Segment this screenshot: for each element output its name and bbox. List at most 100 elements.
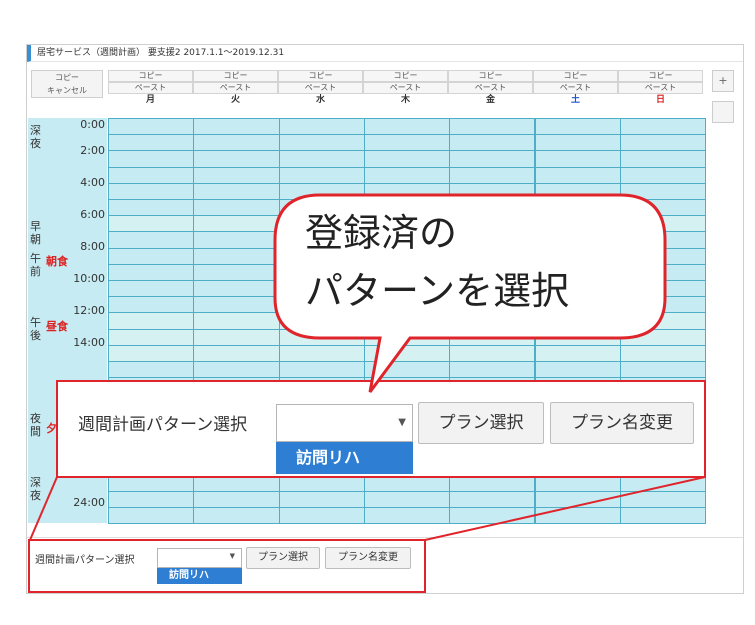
grid-cell[interactable]	[108, 150, 195, 168]
grid-cell[interactable]	[619, 296, 707, 314]
grid-cell[interactable]	[534, 150, 621, 168]
copy-button[interactable]: コピー	[193, 70, 278, 82]
grid-cell[interactable]	[108, 490, 195, 508]
grid-cell[interactable]	[449, 231, 536, 249]
grid-cell[interactable]	[619, 134, 707, 152]
copy-button[interactable]: コピー	[363, 70, 448, 82]
grid-cell[interactable]	[449, 361, 536, 379]
grid-cell[interactable]	[108, 134, 195, 152]
grid-cell[interactable]	[534, 215, 621, 233]
grid-cell[interactable]	[534, 328, 621, 346]
grid-cell[interactable]	[449, 182, 536, 200]
grid-cell[interactable]	[193, 296, 280, 314]
grid-cell[interactable]	[534, 134, 621, 152]
grid-cell[interactable]	[193, 312, 280, 330]
grid-cell[interactable]	[363, 134, 451, 152]
grid-cell[interactable]	[619, 118, 707, 136]
grid-cell[interactable]	[278, 166, 365, 184]
grid-cell[interactable]	[193, 263, 280, 281]
grid-cell[interactable]	[193, 182, 280, 200]
grid-cell[interactable]	[193, 280, 280, 298]
copy-button[interactable]: コピー	[618, 70, 703, 82]
grid-cell[interactable]	[534, 490, 621, 508]
plan-select-button[interactable]: プラン選択	[418, 402, 544, 444]
grid-cell[interactable]	[619, 361, 707, 379]
add-button[interactable]: +	[712, 70, 734, 92]
copy-button[interactable]: コピー	[108, 70, 193, 82]
pattern-option[interactable]: 訪問リハ	[276, 442, 413, 474]
grid-cell[interactable]	[363, 182, 451, 200]
grid-cell[interactable]	[278, 490, 365, 508]
grid-cell[interactable]	[108, 344, 195, 362]
grid-cell[interactable]	[193, 344, 280, 362]
grid-cell[interactable]	[193, 134, 280, 152]
grid-cell[interactable]	[619, 506, 707, 524]
grid-cell[interactable]	[193, 231, 280, 249]
grid-cell[interactable]	[108, 296, 195, 314]
grid-cell[interactable]	[449, 490, 536, 508]
grid-cell[interactable]	[363, 312, 451, 330]
grid-cell[interactable]	[193, 150, 280, 168]
grid-cell[interactable]	[278, 118, 365, 136]
paste-button[interactable]: ペースト	[618, 82, 703, 94]
grid-cell[interactable]	[449, 215, 536, 233]
grid-cell[interactable]	[108, 231, 195, 249]
copy-cancel-button[interactable]: コピー キャンセル	[31, 70, 103, 98]
grid-cell[interactable]	[619, 199, 707, 217]
grid-cell[interactable]	[363, 344, 451, 362]
grid-cell[interactable]	[193, 490, 280, 508]
grid-cell[interactable]	[278, 361, 365, 379]
copy-button[interactable]: コピー	[533, 70, 618, 82]
grid-cell[interactable]	[619, 344, 707, 362]
grid-cell[interactable]	[619, 490, 707, 508]
grid-cell[interactable]	[619, 263, 707, 281]
grid-cell[interactable]	[108, 361, 195, 379]
grid-cell[interactable]	[108, 118, 195, 136]
grid-cell[interactable]	[449, 150, 536, 168]
grid-cell[interactable]	[449, 506, 536, 524]
grid-cell[interactable]	[108, 312, 195, 330]
grid-cell[interactable]	[363, 361, 451, 379]
grid-cell[interactable]	[363, 328, 451, 346]
grid-cell[interactable]	[619, 231, 707, 249]
grid-cell[interactable]	[534, 199, 621, 217]
grid-cell[interactable]	[534, 361, 621, 379]
grid-cell[interactable]	[449, 118, 536, 136]
grid-cell[interactable]	[193, 118, 280, 136]
grid-cell[interactable]	[619, 150, 707, 168]
pattern-select[interactable]: ▼	[276, 404, 413, 442]
grid-cell[interactable]	[363, 506, 451, 524]
copy-button[interactable]: コピー	[448, 70, 533, 82]
paste-button[interactable]: ペースト	[533, 82, 618, 94]
plan-rename-button[interactable]: プラン名変更	[550, 402, 694, 444]
grid-cell[interactable]	[108, 506, 195, 524]
side-button[interactable]	[712, 101, 734, 123]
grid-cell[interactable]	[619, 182, 707, 200]
paste-button[interactable]: ペースト	[278, 82, 363, 94]
grid-cell[interactable]	[193, 328, 280, 346]
grid-cell[interactable]	[449, 166, 536, 184]
grid-cell[interactable]	[108, 328, 195, 346]
grid-cell[interactable]	[278, 134, 365, 152]
grid-cell[interactable]	[534, 118, 621, 136]
grid-cell[interactable]	[449, 134, 536, 152]
grid-cell[interactable]	[278, 344, 365, 362]
grid-cell[interactable]	[193, 506, 280, 524]
grid-cell[interactable]	[534, 231, 621, 249]
grid-cell[interactable]	[534, 344, 621, 362]
grid-cell[interactable]	[363, 150, 451, 168]
grid-cell[interactable]	[619, 328, 707, 346]
grid-cell[interactable]	[449, 247, 536, 265]
grid-cell[interactable]	[278, 506, 365, 524]
grid-cell[interactable]	[278, 150, 365, 168]
grid-cell[interactable]	[108, 182, 195, 200]
copy-button[interactable]: コピー	[278, 70, 363, 82]
grid-cell[interactable]	[193, 247, 280, 265]
grid-cell[interactable]	[108, 263, 195, 281]
grid-cell[interactable]	[278, 328, 365, 346]
grid-cell[interactable]	[278, 312, 365, 330]
paste-button[interactable]: ペースト	[193, 82, 278, 94]
grid-cell[interactable]	[108, 199, 195, 217]
grid-cell[interactable]	[534, 166, 621, 184]
grid-cell[interactable]	[449, 199, 536, 217]
